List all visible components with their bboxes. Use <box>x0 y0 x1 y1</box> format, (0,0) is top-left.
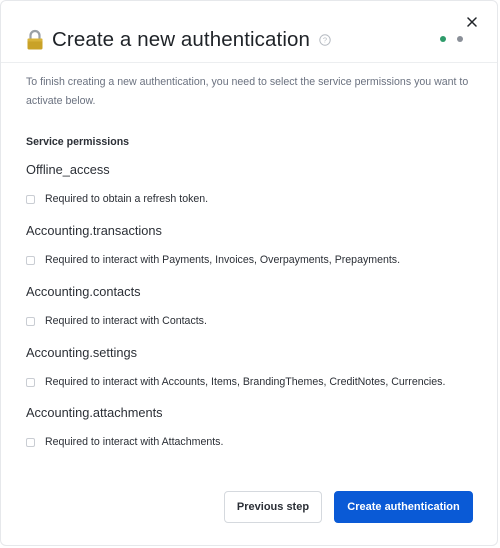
permission-title: Accounting.attachments <box>26 405 163 420</box>
close-icon <box>467 17 477 27</box>
permission-checkbox[interactable] <box>26 437 35 447</box>
permission-description: Required to interact with Attachments. <box>45 436 224 448</box>
permission-title: Offline_access <box>26 162 110 177</box>
permission-row: Required to obtain a refresh token. <box>26 192 486 206</box>
permission-description: Required to interact with Contacts. <box>45 315 207 327</box>
permission-item: Offline_access Required to obtain a refr… <box>26 162 486 206</box>
lock-icon <box>27 29 43 50</box>
permission-title: Accounting.transactions <box>26 223 162 238</box>
create-authentication-button[interactable]: Create authentication <box>334 491 473 523</box>
permission-item: Accounting.attachments Required to inter… <box>26 405 486 449</box>
svg-text:?: ? <box>323 36 327 45</box>
permission-description: Required to obtain a refresh token. <box>45 193 209 205</box>
section-label: Service permissions <box>26 136 130 148</box>
header-divider <box>1 62 497 63</box>
help-icon[interactable]: ? <box>319 34 331 46</box>
create-authentication-modal: Create a new authentication ? To finish … <box>0 0 498 546</box>
permission-checkbox[interactable] <box>26 316 35 326</box>
permission-checkbox[interactable] <box>26 377 35 387</box>
permission-row: Required to interact with Contacts. <box>26 314 486 328</box>
modal-title: Create a new authentication <box>52 28 310 51</box>
permission-item: Accounting.settings Required to interact… <box>26 345 486 389</box>
permission-checkbox[interactable] <box>26 194 35 204</box>
permission-description: Required to interact with Payments, Invo… <box>45 254 401 266</box>
permission-title: Accounting.settings <box>26 345 137 360</box>
modal-footer: Previous step Create authentication <box>224 491 473 523</box>
permission-row: Required to interact with Accounts, Item… <box>26 375 486 389</box>
permission-row: Required to interact with Attachments. <box>26 435 486 449</box>
modal-header: Create a new authentication ? <box>26 27 472 53</box>
permission-checkbox[interactable] <box>26 255 35 265</box>
step-indicator <box>440 36 463 42</box>
permission-description: Required to interact with Accounts, Item… <box>45 376 446 388</box>
step-dot-active <box>440 36 446 42</box>
intro-text: To finish creating a new authentication,… <box>26 76 469 107</box>
previous-step-button[interactable]: Previous step <box>224 491 322 523</box>
permission-title: Accounting.contacts <box>26 284 141 299</box>
permission-item: Accounting.transactions Required to inte… <box>26 223 486 267</box>
permission-row: Required to interact with Payments, Invo… <box>26 253 486 267</box>
permission-item: Accounting.contacts Required to interact… <box>26 284 486 328</box>
step-dot-inactive <box>457 36 463 42</box>
